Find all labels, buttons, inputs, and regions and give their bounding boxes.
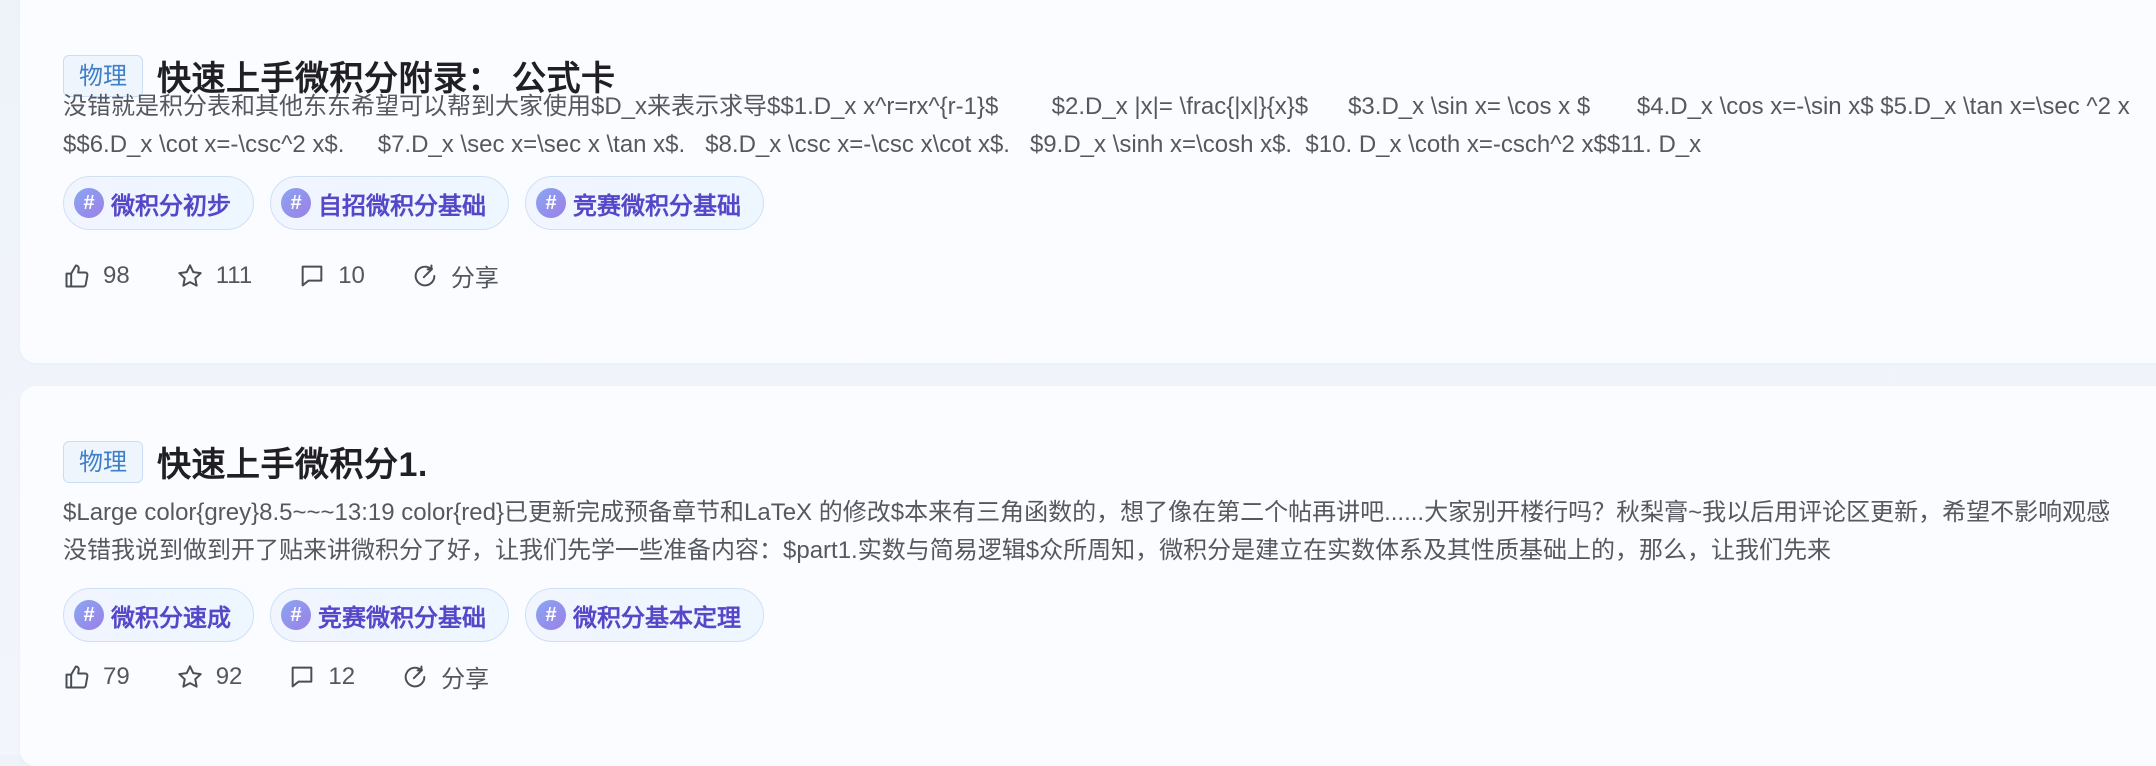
thumbs-up-icon xyxy=(65,264,89,287)
topic-tag[interactable]: # 微积分速成 xyxy=(63,588,254,642)
post-header: 物理 快速上手微积分1. xyxy=(63,437,428,486)
share-icon xyxy=(414,264,436,286)
share-label: 分享 xyxy=(441,666,490,693)
hash-icon: # xyxy=(536,600,566,630)
comment-button[interactable]: 10 xyxy=(298,262,365,290)
like-button[interactable]: 98 xyxy=(63,262,130,290)
post-actions: 79 92 12 分享 xyxy=(63,659,535,694)
share-button[interactable]: 分享 xyxy=(411,258,499,293)
comment-count: 10 xyxy=(338,261,365,289)
topic-tag[interactable]: # 竞赛微积分基础 xyxy=(270,588,509,642)
like-count: 79 xyxy=(103,662,130,690)
tag-label: 微积分速成 xyxy=(111,604,231,632)
share-button[interactable]: 分享 xyxy=(401,659,489,694)
star-icon xyxy=(177,263,202,287)
comment-button[interactable]: 12 xyxy=(288,663,355,691)
star-icon xyxy=(177,664,202,688)
post-card[interactable]: 物理 快速上手微积分附录： 公式卡 没错就是积分表和其他东东希望可以帮到大家使用… xyxy=(20,0,2156,363)
post-excerpt[interactable]: $Large color{grey}8.5~~~13:19 color{red}… xyxy=(63,494,2131,570)
post-card[interactable]: 物理 快速上手微积分1. $Large color{grey}8.5~~~13:… xyxy=(20,386,2156,766)
tag-label: 微积分基本定理 xyxy=(573,604,741,632)
tag-label: 微积分初步 xyxy=(111,192,231,220)
hash-icon: # xyxy=(281,600,311,630)
share-label: 分享 xyxy=(450,265,499,292)
like-count: 98 xyxy=(103,261,130,289)
comment-icon xyxy=(292,666,313,687)
share-icon xyxy=(404,665,426,687)
topic-tag[interactable]: # 微积分初步 xyxy=(63,176,254,230)
tag-label: 竞赛微积分基础 xyxy=(318,604,486,632)
thumbs-up-icon xyxy=(65,665,89,688)
topic-tag[interactable]: # 微积分基本定理 xyxy=(525,588,764,642)
hash-icon: # xyxy=(74,188,104,218)
tag-label: 自招微积分基础 xyxy=(318,192,486,220)
post-title[interactable]: 快速上手微积分1. xyxy=(157,437,428,486)
topic-tag[interactable]: # 自招微积分基础 xyxy=(270,176,509,230)
tag-list: # 微积分速成 # 竞赛微积分基础 # 微积分基本定理 xyxy=(63,588,764,642)
hash-icon: # xyxy=(536,188,566,218)
comment-count: 12 xyxy=(328,662,356,690)
category-badge[interactable]: 物理 xyxy=(63,440,143,483)
like-button[interactable]: 79 xyxy=(63,663,130,691)
favorite-count: 92 xyxy=(215,662,243,690)
tag-label: 竞赛微积分基础 xyxy=(573,192,741,220)
favorite-button[interactable]: 92 xyxy=(176,662,243,691)
post-actions: 98 111 10 分享 xyxy=(63,258,545,293)
post-excerpt[interactable]: 没错就是积分表和其他东东希望可以帮到大家使用$D_x来表示求导$$1.D_x x… xyxy=(63,88,2131,164)
tag-list: # 微积分初步 # 自招微积分基础 # 竞赛微积分基础 xyxy=(63,176,764,230)
topic-tag[interactable]: # 竞赛微积分基础 xyxy=(525,176,764,230)
favorite-button[interactable]: 111 xyxy=(176,262,252,290)
hash-icon: # xyxy=(281,188,311,218)
comment-icon xyxy=(301,265,323,286)
favorite-count: 111 xyxy=(215,261,253,289)
hash-icon: # xyxy=(74,600,104,630)
